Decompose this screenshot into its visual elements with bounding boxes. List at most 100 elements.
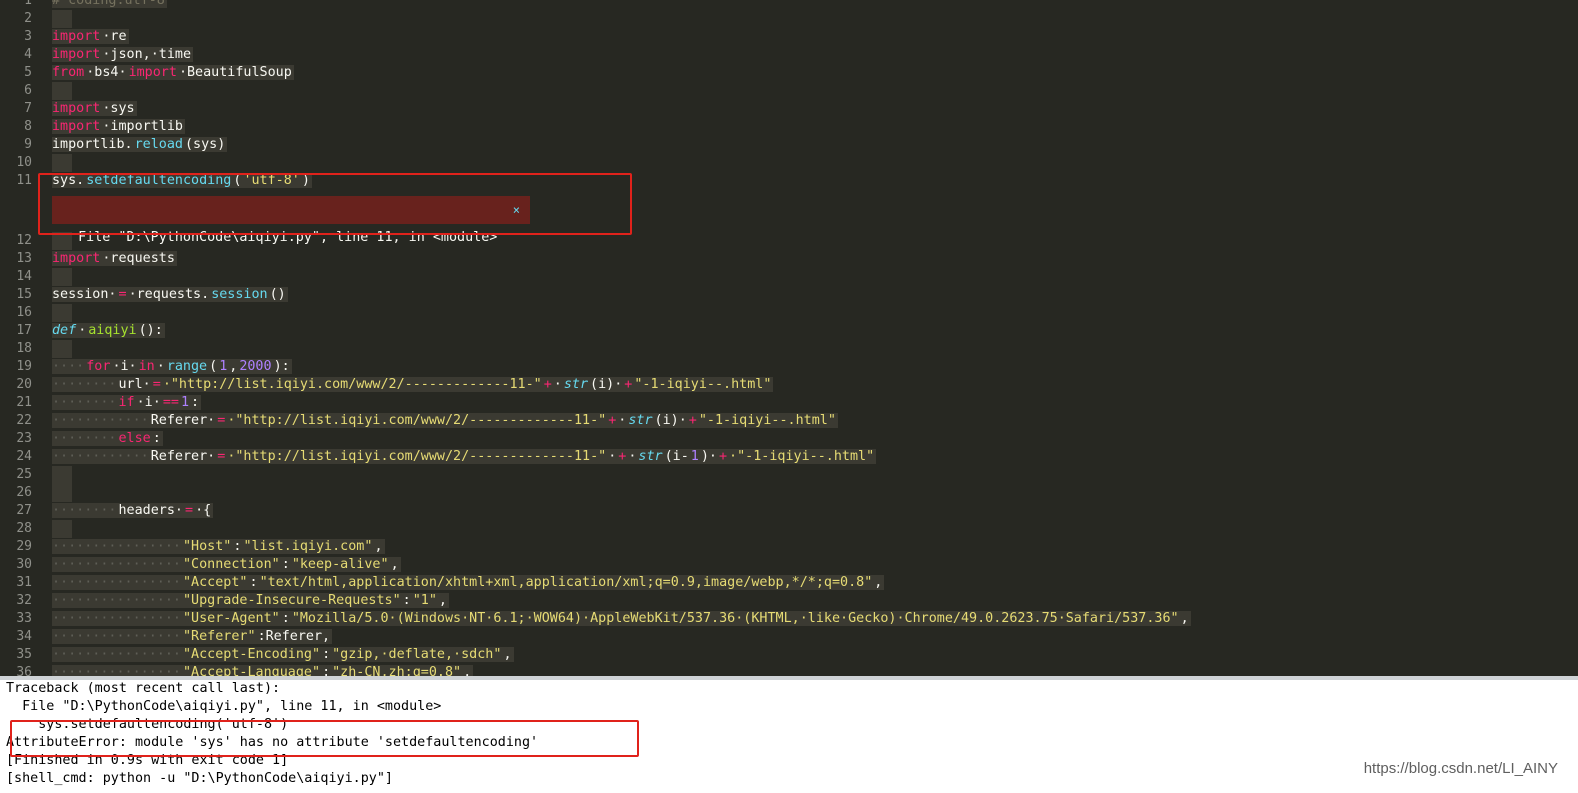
line-number: 10 (16, 155, 32, 170)
code-line[interactable]: 25 (0, 466, 1578, 484)
code-text[interactable]: ········ headers· = ·{ (52, 502, 214, 520)
line-number: 35 (16, 647, 32, 662)
code-line[interactable]: 10 (0, 154, 1578, 172)
code-text[interactable]: ···· for ·i· in · range(1, 2000): (52, 358, 292, 376)
code-line[interactable]: 15 session· = ·requests. session() (0, 286, 1578, 304)
code-line[interactable]: 19 ···· for ·i· in · range(1, 2000): (0, 358, 1578, 376)
code-text[interactable]: ················ "Referer":Referer, (52, 628, 333, 646)
code-text[interactable]: ········ else: (52, 430, 163, 448)
code-token: : (191, 395, 202, 410)
code-token: "zh-CN,zh;q=0.8" (332, 665, 464, 676)
code-line[interactable]: 18 (0, 340, 1578, 358)
code-text[interactable] (52, 10, 72, 28)
code-line[interactable]: 35 ················ "Accept-Encoding": "gzi… (0, 646, 1578, 664)
code-text[interactable] (52, 82, 72, 100)
code-text[interactable] (52, 304, 72, 322)
code-text[interactable]: # coding:utf-8 (52, 0, 167, 10)
code-text[interactable]: ················ "Host": "list.iqiyi.com", (52, 538, 385, 556)
code-token: "Accept-Encoding" (183, 647, 323, 662)
code-line[interactable]: 1 # coding:utf-8 (0, 0, 1578, 10)
code-text[interactable] (52, 466, 72, 484)
code-token: session· (52, 287, 119, 302)
code-line[interactable]: 21 ········ if ·i· == 1: (0, 394, 1578, 412)
line-number: 34 (16, 629, 32, 644)
code-line[interactable]: 29 ················ "Host": "list.iqiyi.com… (0, 538, 1578, 556)
code-text[interactable]: ················ "Accept-Language": "zh-CN… (52, 664, 474, 676)
code-text[interactable]: ················ "Upgrade-Insecure-Reques… (52, 592, 449, 610)
line-number: 23 (16, 431, 32, 446)
code-line[interactable]: 6 (0, 82, 1578, 100)
code-token: ·"http://list.iqiyi.com/www/2/----------… (227, 449, 609, 464)
line-number: 24 (16, 449, 32, 464)
code-text[interactable]: from ·bs4· import ·BeautifulSoup (52, 64, 294, 82)
code-token: · (608, 449, 619, 464)
code-line[interactable]: 17 def · aiqiyi (): (0, 322, 1578, 340)
code-line[interactable]: 30 ················ "Connection": "keep-ali… (0, 556, 1578, 574)
code-text[interactable]: ················ "Accept": "text/html,appl… (52, 574, 885, 592)
code-line[interactable]: 13import·requests (0, 250, 1578, 268)
code-text[interactable]: ················ "User-Agent": "Mozilla/5.… (52, 610, 1191, 628)
code-token: · (78, 323, 89, 338)
code-text[interactable]: ········ if ·i· == 1: (52, 394, 202, 412)
code-text[interactable]: import ·re (52, 28, 129, 46)
code-text[interactable]: ················ "Connection": "keep-alive… (52, 556, 401, 574)
code-token: ·"http://list.iqiyi.com/www/2/----------… (227, 413, 609, 428)
line-number: 4 (24, 47, 32, 62)
code-line[interactable]: 22 ············ Referer· = ·"http://list.iqi… (0, 412, 1578, 430)
empty-line-marker (52, 304, 72, 322)
code-text[interactable]: import ·json,·time (52, 46, 194, 64)
code-line[interactable]: 7 import ·sys (0, 100, 1578, 118)
code-text[interactable]: ················ "Accept-Encoding": "gzip,… (52, 646, 514, 664)
code-token: 1 (690, 449, 701, 464)
code-line[interactable]: 31 ················ "Accept": "text/html,ap… (0, 574, 1578, 592)
code-text[interactable]: ········ url· = ·"http://list.iqiyi.com/www… (52, 376, 774, 394)
empty-line-marker (52, 466, 72, 484)
code-line[interactable]: 4 import ·json,·time (0, 46, 1578, 64)
code-token: "Accept" (183, 575, 250, 590)
code-line[interactable]: 3 import ·re (0, 28, 1578, 46)
code-line[interactable]: 26 (0, 484, 1578, 502)
code-line[interactable]: 14 (0, 268, 1578, 286)
code-line[interactable]: 2 (0, 10, 1578, 28)
code-token: = (217, 413, 228, 428)
code-text[interactable]: ············ Referer· = ·"http://list.iqiyi… (52, 412, 838, 430)
code-text[interactable] (52, 484, 72, 502)
code-token: "list.iqiyi.com" (243, 539, 375, 554)
code-text[interactable] (52, 340, 72, 358)
code-line[interactable]: 20 ········ url· = ·"http://list.iqiyi.com/w… (0, 376, 1578, 394)
code-line[interactable]: 28 (0, 520, 1578, 538)
code-text[interactable]: importlib. reload (sys) (52, 136, 228, 154)
code-line[interactable]: 33 ················ "User-Agent": "Mozilla/… (0, 610, 1578, 628)
code-text[interactable]: def · aiqiyi (): (52, 322, 165, 340)
code-text[interactable]: import ·sys (52, 100, 137, 118)
line-number: 26 (16, 485, 32, 500)
code-token: 1 (219, 359, 230, 374)
line-number: 31 (16, 575, 32, 590)
code-line[interactable]: 32 ················ "Upgrade-Insecure-Requ… (0, 592, 1578, 610)
code-text[interactable] (52, 154, 72, 172)
code-line[interactable]: 16 (0, 304, 1578, 322)
code-token: ········ (52, 377, 119, 392)
line-number: 22 (16, 413, 32, 428)
code-line[interactable]: 27 ········ headers· = ·{ (0, 502, 1578, 520)
code-token: str (563, 377, 591, 392)
code-token: headers· (118, 503, 185, 518)
code-line[interactable]: 23 ········ else: (0, 430, 1578, 448)
code-editor[interactable]: 1 # coding:utf-8 2 3 import ·re 4 import ·json,·… (0, 0, 1578, 676)
code-token: from (52, 65, 87, 80)
code-text[interactable]: import ·importlib (52, 118, 185, 136)
highlight-box-editor (38, 173, 632, 235)
code-line[interactable]: 8 import ·importlib (0, 118, 1578, 136)
code-token: aiqiyi (88, 323, 139, 338)
highlight-box-output (10, 720, 639, 757)
code-text[interactable] (52, 520, 72, 538)
code-line[interactable]: 5 from ·bs4· import ·BeautifulSoup (0, 64, 1578, 82)
code-text[interactable]: session· = ·requests. session() (52, 286, 288, 304)
code-token: 2000 (239, 359, 274, 374)
code-line[interactable]: 36 ················ "Accept-Language": "zh-… (0, 664, 1578, 676)
code-text[interactable]: ············ Referer· = ·"http://list.iqiyi… (52, 448, 877, 466)
code-line[interactable]: 34 ················ "Referer":Referer, (0, 628, 1578, 646)
code-line[interactable]: 9 importlib. reload (sys) (0, 136, 1578, 154)
code-line[interactable]: 24 ············ Referer· = ·"http://list.iqi… (0, 448, 1578, 466)
code-token: ············ (52, 413, 151, 428)
